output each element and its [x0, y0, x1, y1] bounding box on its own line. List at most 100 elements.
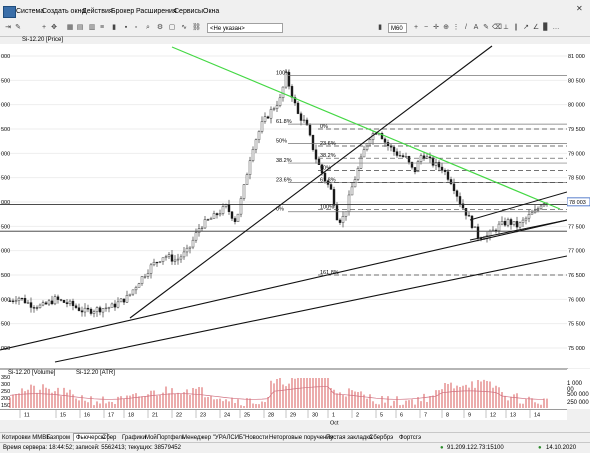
cursor-tool-icon[interactable]: ⇥: [4, 24, 12, 32]
table-icon[interactable]: ▤: [76, 24, 84, 32]
price-axis-tick: 81 000: [568, 54, 585, 60]
candle-body: [203, 219, 207, 229]
candle-body: [77, 307, 81, 311]
candle-body: [113, 303, 117, 308]
candle-body: [266, 116, 270, 119]
gann-icon[interactable]: ∠: [532, 24, 540, 32]
chart-type-icon[interactable]: ▥: [88, 24, 96, 32]
grid-icon[interactable]: ▦: [66, 24, 74, 32]
workspace-tab[interactable]: Фортсгэ: [399, 435, 421, 441]
candle-body: [353, 179, 357, 188]
candle-body: [230, 211, 234, 219]
candle-body: [173, 259, 177, 262]
candle-body: [206, 219, 210, 221]
fibonacci-label: 61.8%: [320, 178, 336, 184]
candle-body: [89, 308, 93, 314]
fibonacci-label: 23.6%: [276, 178, 292, 184]
settings-icon[interactable]: ⚙: [156, 24, 164, 32]
candle-body: [170, 254, 174, 262]
menu-item-extensions[interactable]: Расширения: [136, 8, 177, 15]
candle-body: [347, 194, 351, 212]
candle-body: [257, 131, 261, 140]
bars-icon[interactable]: ▮: [110, 24, 118, 32]
menu-item-broker[interactable]: Брокер: [111, 8, 134, 15]
candle-body: [200, 227, 204, 229]
candles-icon[interactable]: ▮: [376, 24, 384, 32]
price-chart[interactable]: 0005000005000005000005000005000005000001…: [0, 44, 568, 369]
close-window-icon[interactable]: ✕: [576, 4, 583, 13]
crosshair-icon[interactable]: +: [40, 24, 48, 32]
menu-item-create-window[interactable]: Создать окно: [42, 8, 85, 15]
sub-left-tick: 300: [1, 382, 10, 388]
volume-axis-tick: 250 000: [567, 400, 589, 406]
candle-body: [143, 276, 147, 278]
workspace-tab[interactable]: Сбербрэ: [369, 435, 393, 441]
candle-body: [110, 303, 114, 308]
magnet-icon[interactable]: ⊕: [442, 24, 450, 32]
candle-body: [32, 307, 36, 309]
candle-body: [59, 299, 63, 301]
zoom-out-icon[interactable]: −: [422, 24, 430, 32]
zoom-in-icon[interactable]: +: [412, 24, 420, 32]
volume-atr-panel[interactable]: 350 300 250 200 150 Si-12.20 [Volume] Si-12.…: [0, 369, 567, 410]
candle-body: [272, 108, 276, 110]
ruler-icon[interactable]: ⟂: [502, 24, 510, 32]
window-icon[interactable]: ▢: [168, 24, 176, 32]
arrow-icon[interactable]: ↗: [522, 24, 530, 32]
candle-body: [488, 230, 492, 236]
menu-item-system[interactable]: Система: [16, 8, 44, 15]
crosshair-tool-icon[interactable]: ✛: [432, 24, 440, 32]
date-label: 11: [24, 413, 30, 419]
candle-body: [29, 302, 33, 308]
candle-body: [440, 166, 444, 171]
fibonacci-label: 38.2%: [276, 158, 292, 164]
print-icon[interactable]: ▫: [132, 24, 140, 32]
candle-body: [386, 142, 390, 147]
candle-body: [428, 156, 432, 159]
candle-body: [119, 298, 123, 303]
workspace-tab[interactable]: Пустая закладка: [326, 435, 372, 441]
timeframe-dropdown[interactable]: M60: [388, 23, 407, 33]
candle-body: [296, 102, 300, 114]
rising-trendline: [129, 45, 493, 319]
workspace-tab[interactable]: Новости: [245, 435, 268, 441]
list-icon[interactable]: ≡: [98, 24, 106, 32]
pencil-icon[interactable]: ✎: [482, 24, 490, 32]
indicator-icon[interactable]: ∿: [180, 24, 188, 32]
green-trendline: [171, 46, 561, 210]
histogram-icon[interactable]: ▊: [542, 24, 550, 32]
channel-icon[interactable]: ∥: [512, 24, 520, 32]
workspace-tab[interactable]: Котировки ММВБ: [2, 435, 50, 441]
menu-item-services[interactable]: Сервисы: [174, 8, 203, 15]
candle-body: [530, 212, 534, 215]
menu-item-windows[interactable]: Окна: [203, 8, 219, 15]
candle-body: [71, 300, 75, 306]
candle-body: [260, 121, 264, 132]
workspace-tab[interactable]: Графики: [122, 435, 146, 441]
link-icon[interactable]: ⛓: [192, 24, 201, 32]
date-label: 30: [312, 413, 318, 419]
add-icon[interactable]: ✎: [14, 24, 22, 32]
eraser-icon[interactable]: ⌫: [492, 24, 502, 32]
save-icon[interactable]: ▪: [122, 24, 130, 32]
fibonacci-icon[interactable]: ⋮: [452, 24, 460, 32]
move-icon[interactable]: ✥: [50, 24, 58, 32]
instrument-dropdown[interactable]: <Не указан>: [207, 23, 283, 33]
workspace-tab[interactable]: Сбер: [102, 435, 116, 441]
candle-body: [197, 228, 201, 233]
candle-body: [368, 139, 372, 144]
candle-body: [140, 276, 144, 284]
workspace-tab[interactable]: Газпром: [47, 435, 70, 441]
zoom-icon[interactable]: ⌕: [144, 24, 152, 32]
price-chart-svg[interactable]: 0005000005000005000005000005000005000001…: [0, 44, 567, 368]
menu-item-actions[interactable]: Действия: [82, 8, 113, 15]
workspace-tab[interactable]: Менеджер "УРАЛСИБ": [182, 435, 245, 441]
trendline-icon[interactable]: /: [462, 24, 470, 32]
text-tool-icon[interactable]: A: [472, 24, 480, 32]
options-icon[interactable]: …: [552, 24, 560, 32]
left-axis-tick: 500: [1, 176, 10, 182]
workspace-tab[interactable]: Неторговые поручения: [269, 435, 333, 441]
workspace-tab[interactable]: МойПортфель: [145, 435, 185, 441]
candle-body: [131, 289, 135, 295]
connection-icon: ●: [440, 445, 444, 451]
